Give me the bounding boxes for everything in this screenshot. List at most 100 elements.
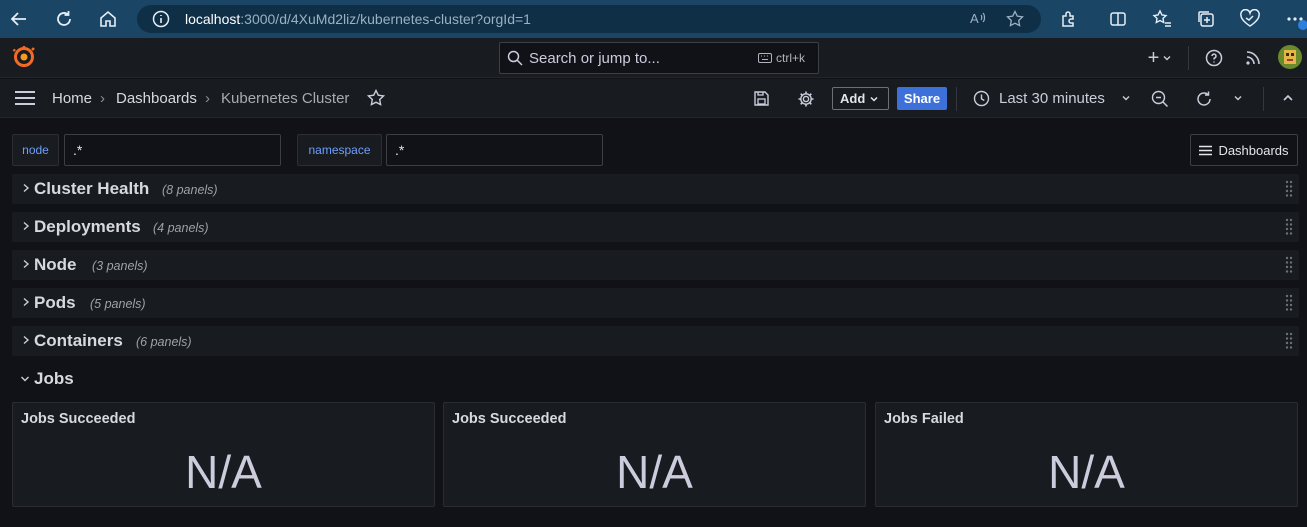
search-icon [507,50,523,66]
chevron-up-icon[interactable] [1282,92,1294,104]
drag-handle-icon[interactable] [1285,294,1293,312]
row-cluster-health[interactable]: Cluster Health (8 panels) [12,174,1299,204]
grafana-logo-icon[interactable] [12,45,36,69]
row-panel-count: (3 panels) [92,259,148,273]
star-icon[interactable] [367,89,385,107]
split-screen-icon[interactable] [1106,7,1130,31]
svg-text:A: A [970,11,979,26]
refresh-interval-chevron-icon[interactable] [1233,93,1243,103]
browser-essentials-icon[interactable] [1238,7,1262,31]
row-deployments[interactable]: Deployments (4 panels) [12,212,1299,242]
row-title: Containers [34,331,123,350]
menu-icon[interactable] [14,90,36,106]
search-placeholder: Search or jump to... [529,50,660,67]
settings-gear-icon[interactable] [797,90,815,108]
row-pods[interactable]: Pods (5 panels) [12,288,1299,318]
breadcrumb-dashboards[interactable]: Dashboards [116,90,197,107]
url-path: :3000/d/4XuMd2liz/kubernetes-cluster?org… [240,11,531,27]
row-title: Jobs [34,369,74,388]
variable-select-namespace[interactable]: .* [386,134,603,166]
breadcrumb-separator: › [205,90,210,107]
row-title: Node [34,255,77,274]
search-shortcut-text: ctrl+k [776,51,806,65]
time-range-picker[interactable]: Last 30 minutes [999,90,1105,107]
variable-label-node: node [12,134,59,166]
search-shortcut: ctrl+k [758,51,805,65]
refresh-icon[interactable] [1195,90,1213,108]
chevron-down-icon [1163,56,1171,61]
panel-value: N/A [1048,446,1125,498]
variable-label-namespace: namespace [297,134,382,166]
plus-icon: + [1147,46,1160,69]
user-avatar[interactable] [1278,45,1302,69]
stat-panel[interactable]: Jobs Failed N/A [875,402,1298,507]
breadcrumb-separator: › [100,90,105,107]
panel-value: N/A [616,446,693,498]
address-bar[interactable]: localhost:3000/d/4XuMd2liz/kubernetes-cl… [137,5,1041,33]
drag-handle-icon[interactable] [1285,180,1293,198]
row-title: Deployments [34,217,141,236]
help-icon[interactable] [1202,46,1226,70]
divider [1188,46,1189,70]
read-aloud-icon[interactable]: A [967,7,991,31]
chevron-right-icon [23,297,30,307]
breadcrumb-current: Kubernetes Cluster [221,90,350,107]
divider [1263,87,1264,111]
row-node[interactable]: Node (3 panels) [12,250,1299,280]
extensions-icon[interactable] [1057,7,1081,31]
drag-handle-icon[interactable] [1285,332,1293,350]
drag-handle-icon[interactable] [1285,256,1293,274]
add-button[interactable]: Add [832,87,889,110]
chevron-down-icon[interactable] [1121,93,1131,103]
notification-dot [1298,20,1307,30]
favorite-star-icon[interactable] [1003,7,1027,31]
zoom-out-icon[interactable] [1151,90,1169,108]
breadcrumb-home[interactable]: Home [52,90,92,107]
news-rss-icon[interactable] [1241,46,1265,70]
dashboards-links-button[interactable]: Dashboards [1190,134,1298,166]
browser-toolbar: localhost:3000/d/4XuMd2liz/kubernetes-cl… [0,0,1307,38]
url-text: localhost:3000/d/4XuMd2liz/kubernetes-cl… [185,11,531,27]
chevron-down-icon [870,96,878,102]
variable-select-node[interactable]: .* [64,134,281,166]
keyboard-icon [758,53,772,63]
save-icon[interactable] [753,90,770,107]
divider [956,87,957,111]
clock-icon[interactable] [973,90,990,107]
stat-panel[interactable]: Jobs Succeeded N/A [12,402,435,507]
url-host: localhost [185,11,241,27]
row-containers[interactable]: Containers (6 panels) [12,326,1299,356]
panel-title: Jobs Failed [884,411,964,427]
chevron-right-icon [23,183,30,193]
panel-value: N/A [185,446,262,498]
chevron-right-icon [23,259,30,269]
stat-panel[interactable]: Jobs Succeeded N/A [443,402,866,507]
row-panel-count: (6 panels) [136,335,192,349]
new-menu-button[interactable]: + [1143,46,1177,70]
chevron-down-icon [21,376,29,382]
dashboard-navbar: Home › Dashboards › Kubernetes Cluster A… [0,79,1307,118]
share-button-label: Share [903,91,941,106]
row-title: Cluster Health [34,179,150,198]
share-button[interactable]: Share [897,87,947,110]
favorites-icon[interactable] [1150,7,1174,31]
site-info-icon[interactable] [149,7,173,31]
panel-title: Jobs Succeeded [21,411,136,427]
row-title: Pods [34,293,76,312]
back-arrow-icon[interactable] [7,7,31,31]
panel-title: Jobs Succeeded [452,411,567,427]
drag-handle-icon[interactable] [1285,218,1293,236]
row-panel-count: (4 panels) [153,221,209,235]
collections-icon[interactable] [1194,7,1218,31]
search-input[interactable]: Search or jump to... ctrl+k [499,42,819,74]
grafana-topbar: Search or jump to... ctrl+k + [0,38,1307,78]
list-icon [1199,145,1213,155]
refresh-icon[interactable] [52,7,76,31]
add-button-label: Add [840,91,866,106]
chevron-right-icon [23,335,30,345]
dashboards-links-label: Dashboards [1218,142,1289,158]
row-panel-count: (5 panels) [90,297,146,311]
home-icon[interactable] [96,7,120,31]
row-jobs[interactable]: Jobs [12,364,312,394]
chevron-right-icon [23,221,30,231]
